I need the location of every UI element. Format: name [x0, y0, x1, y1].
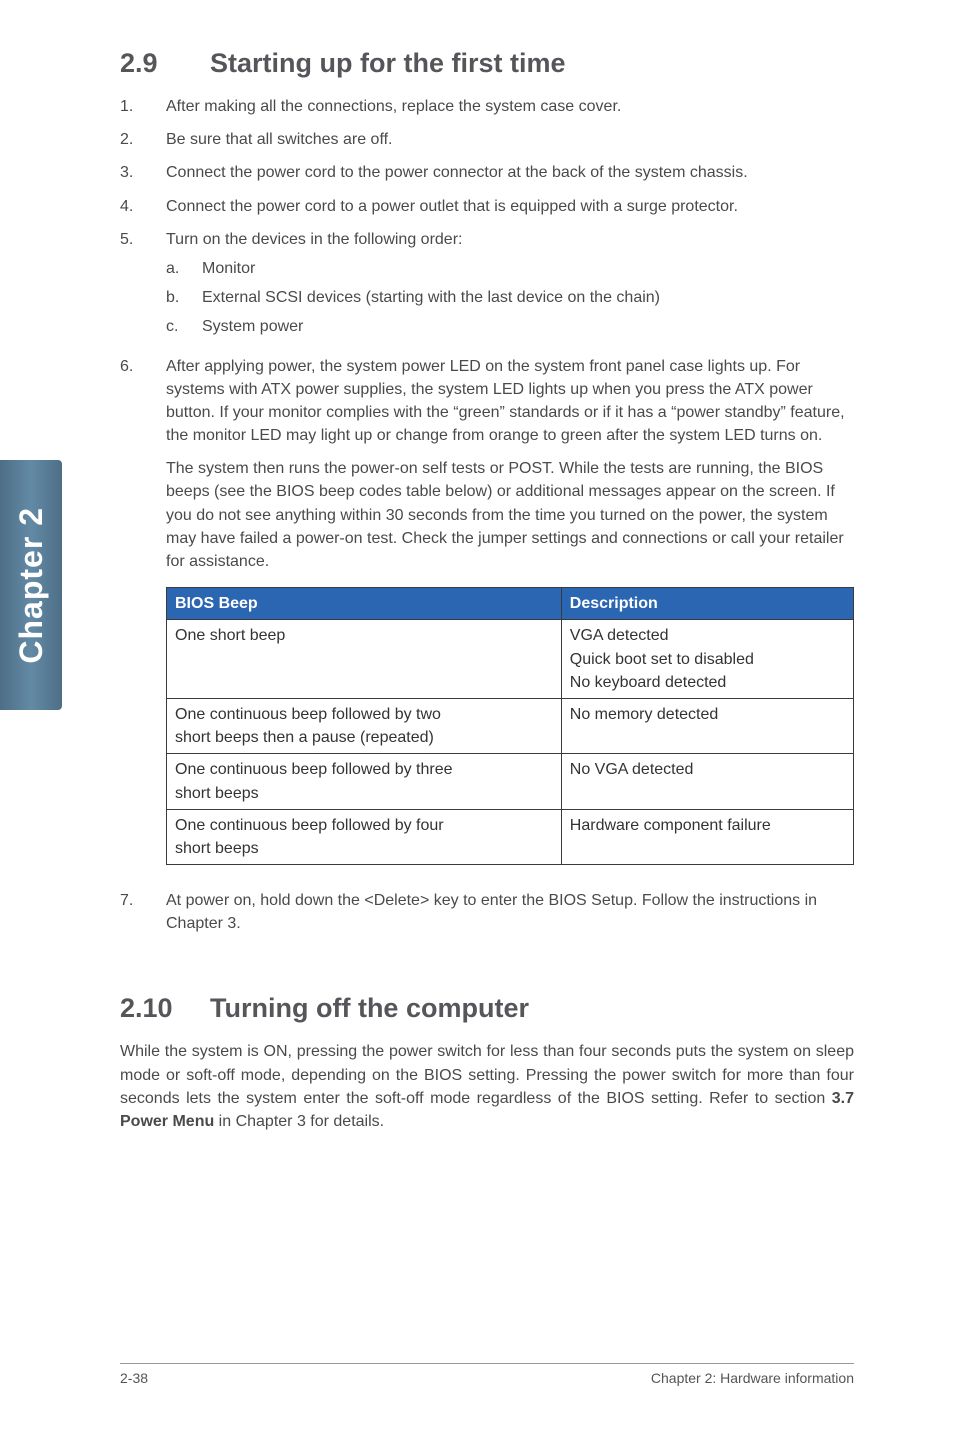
- sub-list: a.Monitor b.External SCSI devices (start…: [166, 257, 854, 339]
- sub-item-text: External SCSI devices (starting with the…: [202, 286, 660, 309]
- bios-beep-table: BIOS Beep Description One short beep VGA…: [166, 587, 854, 865]
- item-number: 4.: [120, 195, 166, 218]
- item-number: 5.: [120, 228, 166, 345]
- item-number: 6.: [120, 355, 166, 880]
- item-text: After applying power, the system power L…: [166, 358, 845, 445]
- sub-item-letter: b.: [166, 286, 202, 309]
- item-text: Turn on the devices in the following ord…: [166, 231, 462, 248]
- cell-line: short beeps: [175, 837, 553, 860]
- cell-beep: One short beep: [167, 620, 562, 699]
- table-row: One continuous beep followed by three sh…: [167, 754, 854, 809]
- list-item: 7. At power on, hold down the <Delete> k…: [120, 889, 854, 935]
- section-number: 2.10: [120, 993, 210, 1024]
- item-number: 1.: [120, 95, 166, 118]
- sub-item: b.External SCSI devices (starting with t…: [166, 286, 854, 309]
- item-paragraph: The system then runs the power-on self t…: [166, 457, 854, 573]
- cell-line: One continuous beep followed by two: [175, 703, 553, 726]
- cell-line: VGA detected: [570, 624, 845, 647]
- item-text: At power on, hold down the <Delete> key …: [166, 889, 854, 935]
- page: Chapter 2 2.9Starting up for the first t…: [0, 0, 954, 1438]
- page-footer: 2-38 Chapter 2: Hardware information: [120, 1363, 854, 1386]
- item-body: Turn on the devices in the following ord…: [166, 228, 854, 345]
- sub-item-letter: a.: [166, 257, 202, 280]
- list-item: 5. Turn on the devices in the following …: [120, 228, 854, 345]
- section-heading-210: 2.10Turning off the computer: [120, 993, 854, 1024]
- cell-line: One continuous beep followed by four: [175, 814, 553, 837]
- table-header-row: BIOS Beep Description: [167, 588, 854, 620]
- cell-beep: One continuous beep followed by four sho…: [167, 809, 562, 864]
- cell-line: short beeps then a pause (repeated): [175, 726, 553, 749]
- chapter-tab-label: Chapter 2: [13, 507, 50, 664]
- sub-item-letter: c.: [166, 315, 202, 338]
- section-210-body: While the system is ON, pressing the pow…: [120, 1040, 854, 1133]
- section-title: Turning off the computer: [210, 993, 529, 1023]
- cell-line: No keyboard detected: [570, 671, 845, 694]
- section-heading-29: 2.9Starting up for the first time: [120, 48, 854, 79]
- item-text: Connect the power cord to the power conn…: [166, 161, 854, 184]
- sub-item-text: Monitor: [202, 257, 255, 280]
- table-row: One continuous beep followed by two shor…: [167, 698, 854, 753]
- table-row: One short beep VGA detected Quick boot s…: [167, 620, 854, 699]
- item-number: 3.: [120, 161, 166, 184]
- chapter-tab: Chapter 2: [0, 460, 62, 710]
- list-item: 3.Connect the power cord to the power co…: [120, 161, 854, 184]
- cell-beep: One continuous beep followed by three sh…: [167, 754, 562, 809]
- sub-item: c.System power: [166, 315, 854, 338]
- cell-description: No VGA detected: [561, 754, 853, 809]
- col-header-beep: BIOS Beep: [167, 588, 562, 620]
- cell-line: Quick boot set to disabled: [570, 648, 845, 671]
- item-text: After making all the connections, replac…: [166, 95, 854, 118]
- list-item: 1.After making all the connections, repl…: [120, 95, 854, 118]
- item-text: Be sure that all switches are off.: [166, 128, 854, 151]
- item-number: 2.: [120, 128, 166, 151]
- cell-description: Hardware component failure: [561, 809, 853, 864]
- body-text: While the system is ON, pressing the pow…: [120, 1043, 854, 1106]
- footer-chapter-label: Chapter 2: Hardware information: [651, 1370, 854, 1386]
- cell-description: No memory detected: [561, 698, 853, 753]
- list-item: 6. After applying power, the system powe…: [120, 355, 854, 880]
- sub-item: a.Monitor: [166, 257, 854, 280]
- cell-beep: One continuous beep followed by two shor…: [167, 698, 562, 753]
- page-number: 2-38: [120, 1370, 148, 1386]
- section-number: 2.9: [120, 48, 210, 79]
- ordered-list: 1.After making all the connections, repl…: [120, 95, 854, 879]
- cell-line: short beeps: [175, 782, 553, 805]
- col-header-description: Description: [561, 588, 853, 620]
- table-row: One continuous beep followed by four sho…: [167, 809, 854, 864]
- cell-description: VGA detected Quick boot set to disabled …: [561, 620, 853, 699]
- body-text: in Chapter 3 for details.: [214, 1113, 384, 1130]
- section-29-content: 1.After making all the connections, repl…: [120, 95, 854, 935]
- list-item: 2.Be sure that all switches are off.: [120, 128, 854, 151]
- sub-item-text: System power: [202, 315, 303, 338]
- list-item: 4.Connect the power cord to a power outl…: [120, 195, 854, 218]
- item-body: After applying power, the system power L…: [166, 355, 854, 880]
- item-number: 7.: [120, 889, 166, 935]
- section-title: Starting up for the first time: [210, 48, 566, 78]
- item-text: Connect the power cord to a power outlet…: [166, 195, 854, 218]
- cell-line: One continuous beep followed by three: [175, 758, 553, 781]
